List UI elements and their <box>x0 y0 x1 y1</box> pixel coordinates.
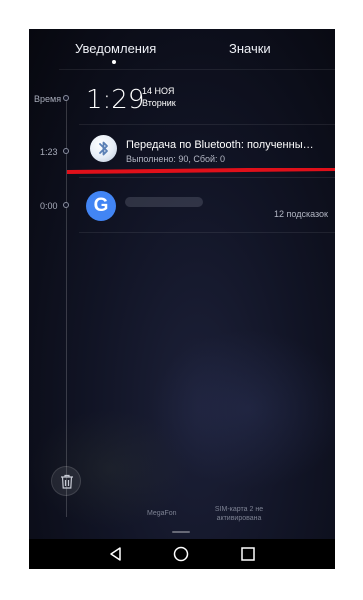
tab-notifications[interactable]: Уведомления <box>75 41 156 56</box>
home-icon[interactable] <box>173 546 189 562</box>
tips-count: 12 подсказок <box>274 209 328 219</box>
sim-status: SIM-карта 2 не активирована <box>214 506 264 522</box>
divider <box>59 69 335 70</box>
notification-title: Передача по Bluetooth: полученны… <box>126 139 314 151</box>
clear-all-button[interactable] <box>51 466 81 496</box>
drag-handle[interactable] <box>172 531 190 533</box>
timeline-label-0-00: 0:00 <box>40 201 58 211</box>
back-icon[interactable] <box>108 546 124 562</box>
navigation-bar <box>29 539 335 569</box>
recents-icon[interactable] <box>240 546 256 562</box>
carrier-label: MegaFon <box>147 510 177 517</box>
date-day: 14 НОЯ <box>142 86 175 96</box>
clock-date: 14 НОЯ Вторник <box>142 85 176 109</box>
divider <box>79 177 335 178</box>
trash-icon <box>61 474 73 489</box>
clock-time: 1:29 <box>86 85 145 115</box>
date-weekday: Вторник <box>142 98 176 108</box>
active-tab-indicator <box>112 60 116 64</box>
timeline-dot <box>63 95 69 101</box>
timeline-label-time: Время <box>34 94 62 104</box>
blurred-text <box>125 197 203 207</box>
divider <box>79 124 335 125</box>
bluetooth-icon <box>90 135 117 162</box>
annotation-red-underline <box>67 168 335 174</box>
notification-subtitle: Выполнено: 90, Сбой: 0 <box>126 154 226 164</box>
tab-bar: Уведомления Значки <box>29 29 335 69</box>
timeline-label-1-23: 1:23 <box>40 147 58 157</box>
timeline-dot <box>63 148 69 154</box>
timeline-axis <box>66 97 67 517</box>
divider <box>79 232 335 233</box>
google-icon: G <box>86 191 116 221</box>
notification-shade: Уведомления Значки Время 1:23 0:00 1:29 … <box>29 29 335 569</box>
timeline-dot <box>63 202 69 208</box>
tab-badges[interactable]: Значки <box>229 41 271 56</box>
